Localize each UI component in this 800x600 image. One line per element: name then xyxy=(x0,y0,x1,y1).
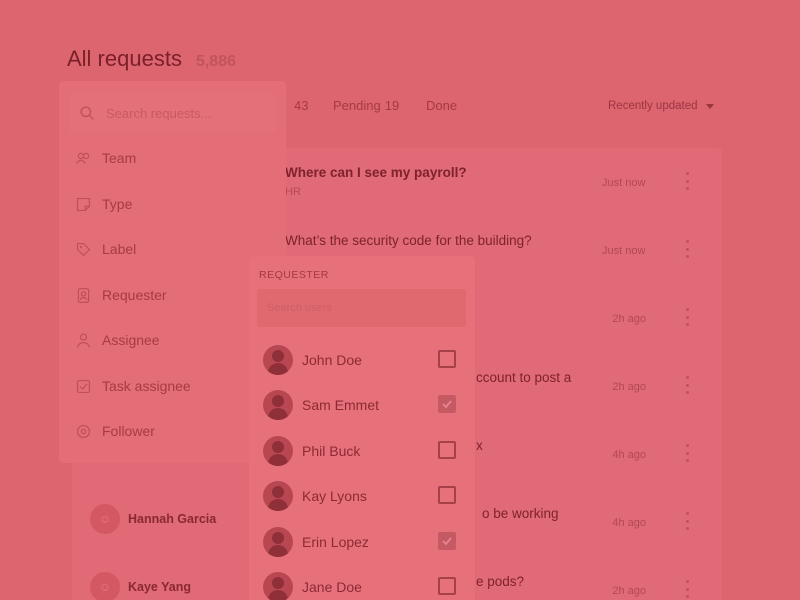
tab-pending-count: 19 xyxy=(384,98,400,113)
sort-dropdown[interactable]: Recently updated xyxy=(608,100,714,112)
more-options-icon[interactable] xyxy=(684,512,690,530)
avatar xyxy=(263,527,293,557)
task-assignee-icon xyxy=(75,378,92,395)
avatar xyxy=(263,572,293,600)
user-checkbox[interactable] xyxy=(438,350,456,368)
user-name: Kay Lyons xyxy=(302,488,367,504)
more-options-icon[interactable] xyxy=(684,580,690,598)
more-options-icon[interactable] xyxy=(684,444,690,462)
more-options-icon[interactable] xyxy=(684,308,690,326)
request-count: 5,886 xyxy=(195,53,236,70)
search-icon xyxy=(79,105,96,122)
requester-name: Hannah Garcia xyxy=(128,512,217,526)
user-checkbox[interactable] xyxy=(438,441,456,459)
avatar xyxy=(263,345,293,375)
assignee-icon xyxy=(75,332,92,349)
search-requests-input[interactable]: Search requests... xyxy=(69,93,276,133)
filter-item-assignee[interactable]: Assignee xyxy=(75,325,270,355)
requester-person: ☺ Kaye Yang xyxy=(90,572,191,600)
follower-icon xyxy=(75,423,92,440)
user-name: Erin Lopez xyxy=(302,534,369,550)
user-option[interactable]: Jane Doe xyxy=(263,571,463,600)
search-users-input[interactable]: Search users xyxy=(257,289,466,327)
request-time: 4h ago xyxy=(612,449,646,461)
user-option[interactable]: Kay Lyons xyxy=(263,480,463,512)
label-icon xyxy=(75,241,92,258)
request-subject: e pods? xyxy=(476,574,525,589)
filter-item-label: Task assignee xyxy=(102,378,191,394)
user-name: John Doe xyxy=(302,352,362,368)
requester-name: Kaye Yang xyxy=(128,580,192,594)
filter-item-label[interactable]: Label xyxy=(75,234,270,264)
filter-item-label: Follower xyxy=(102,423,155,439)
search-users-placeholder: Search users xyxy=(267,302,332,314)
requester-icon xyxy=(75,287,92,304)
filter-item-label-text: Label xyxy=(102,241,137,257)
request-subject: o be working xyxy=(482,506,559,521)
request-subject: Where can I see my payroll? xyxy=(285,165,467,180)
tab-pending-label: Pending xyxy=(333,98,381,113)
avatar: ☺ xyxy=(90,572,120,600)
checkmark-icon xyxy=(442,400,452,409)
sort-label: Recently updated xyxy=(608,100,698,112)
page-title: All requests 5,886 xyxy=(67,46,236,72)
user-name: Sam Emmet xyxy=(302,397,380,413)
user-option[interactable]: Erin Lopez xyxy=(263,526,463,558)
filter-item-follower[interactable]: Follower xyxy=(75,416,270,446)
more-options-icon[interactable] xyxy=(684,240,690,258)
request-subject: What’s the security code for the buildin… xyxy=(285,233,532,248)
tab-done-label: Done xyxy=(426,98,458,113)
request-time: 2h ago xyxy=(612,313,646,325)
request-time: Just now xyxy=(602,245,646,257)
filter-item-type[interactable]: Type xyxy=(75,189,270,219)
filter-item-requester[interactable]: Requester xyxy=(75,280,270,310)
avatar xyxy=(263,390,293,420)
tab-done[interactable]: Done xyxy=(426,98,457,113)
more-options-icon[interactable] xyxy=(684,376,690,394)
checkmark-icon xyxy=(442,537,452,546)
user-checkbox[interactable] xyxy=(438,395,456,413)
type-icon xyxy=(75,196,92,213)
requester-heading: REQUESTER xyxy=(259,269,329,281)
user-checkbox[interactable] xyxy=(438,577,456,595)
page-title-text: All requests xyxy=(67,46,182,71)
user-checkbox[interactable] xyxy=(438,486,456,504)
filter-item-label: Requester xyxy=(102,287,167,303)
request-tag: HR xyxy=(285,186,301,198)
user-option[interactable]: John Doe xyxy=(263,344,463,376)
avatar: ☺ xyxy=(90,504,120,534)
user-name: Phil Buck xyxy=(302,443,361,459)
filter-item-task-assignee[interactable]: Task assignee xyxy=(75,371,270,401)
request-subject: x xyxy=(476,438,483,453)
caret-down-icon xyxy=(705,103,714,109)
filter-item-label: Type xyxy=(102,196,133,212)
request-time: 2h ago xyxy=(612,585,646,597)
user-option[interactable]: Sam Emmet xyxy=(263,389,463,421)
more-options-icon[interactable] xyxy=(684,172,690,190)
filter-item-team[interactable]: Team xyxy=(75,143,270,173)
team-icon xyxy=(75,150,92,167)
request-subject: ccount to post a xyxy=(476,370,572,385)
search-placeholder: Search requests... xyxy=(106,105,212,121)
avatar xyxy=(263,436,293,466)
request-time: Just now xyxy=(602,177,646,189)
user-name: Jane Doe xyxy=(302,579,362,595)
filter-item-label: Assignee xyxy=(102,332,160,348)
requester-person: ☺ Hannah Garcia xyxy=(90,504,216,534)
filter-item-label: Team xyxy=(102,150,137,166)
avatar xyxy=(263,481,293,511)
user-option[interactable]: Phil Buck xyxy=(263,435,463,467)
tab-open[interactable]: 43 xyxy=(290,98,308,113)
tab-pending[interactable]: Pending 19 xyxy=(333,98,399,113)
requester-panel: REQUESTER Search users John Doe Sam Emme… xyxy=(249,256,475,600)
tab-open-count: 43 xyxy=(294,98,309,113)
user-checkbox[interactable] xyxy=(438,532,456,550)
request-time: 2h ago xyxy=(612,381,646,393)
request-time: 4h ago xyxy=(612,517,646,529)
